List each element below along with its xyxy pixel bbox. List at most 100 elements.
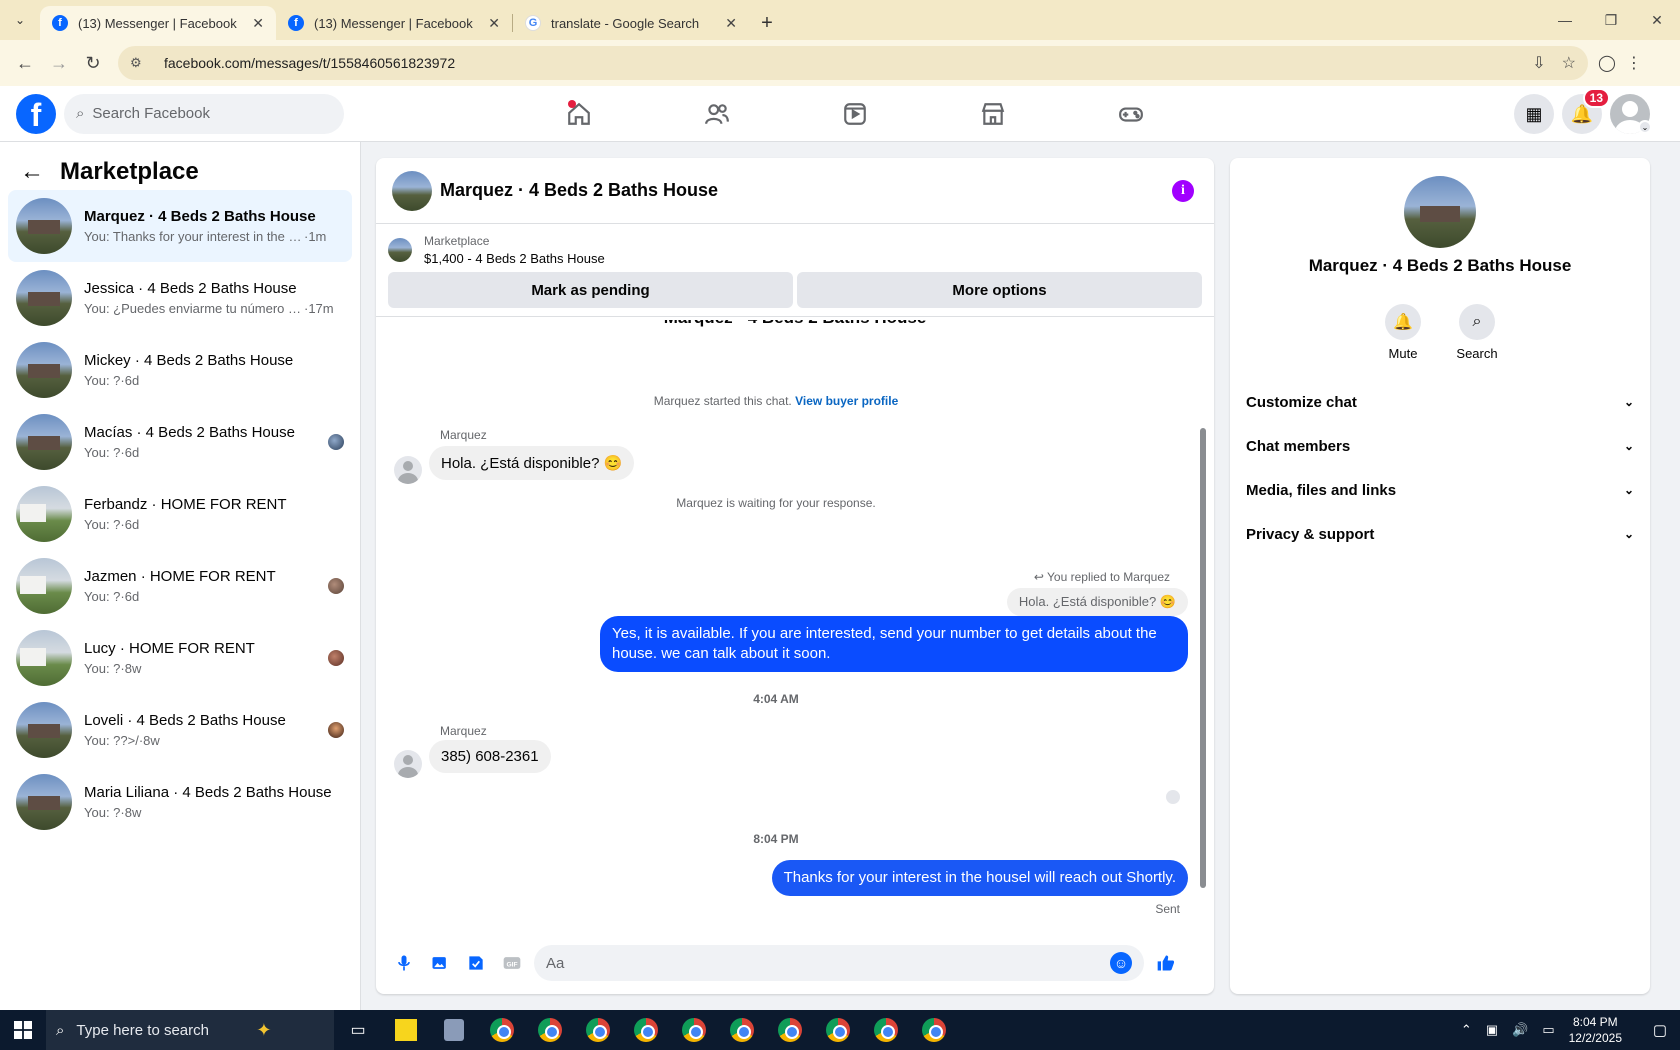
chrome-icon[interactable] [766, 1010, 814, 1050]
message-input[interactable] [546, 954, 1110, 972]
address-bar[interactable]: ⚙ facebook.com/messages/t/15584605618239… [118, 46, 1588, 80]
forward-icon[interactable]: → [42, 46, 76, 80]
conversation-item[interactable]: Marquez · 4 Beds 2 Baths House You: Than… [8, 190, 352, 262]
task-view-icon[interactable]: ▭ [334, 1010, 382, 1050]
sender-avatar[interactable] [394, 750, 422, 778]
close-window-icon[interactable]: ✕ [1634, 0, 1680, 40]
more-options-button[interactable]: More options [797, 272, 1202, 308]
taskbar-search-input[interactable] [76, 1021, 247, 1039]
close-tab-icon[interactable]: ✕ [725, 15, 737, 32]
copilot-sparkle-icon[interactable]: ✦ [256, 1020, 271, 1041]
conversation-item[interactable]: Maria Liliana · 4 Beds 2 Baths House You… [8, 766, 352, 838]
section-media-files-links[interactable]: Media, files and links ⌄ [1246, 468, 1634, 512]
conversation-item[interactable]: Lucy · HOME FOR RENT You: ? ·8w [8, 622, 352, 694]
sender-avatar[interactable] [394, 456, 422, 484]
emoji-icon[interactable]: ☺ [1110, 952, 1132, 974]
profile-icon[interactable]: ◯ [1598, 53, 1616, 73]
conversation-item[interactable]: Jessica · 4 Beds 2 Baths House You: ¿Pue… [8, 262, 352, 334]
mute-button[interactable]: 🔔 Mute [1385, 304, 1421, 361]
facebook-logo[interactable]: f [16, 93, 56, 134]
search-icon[interactable]: ⌕ [1459, 304, 1495, 340]
conversation-item[interactable]: Jazmen · HOME FOR RENT You: ? ·6d [8, 550, 352, 622]
section-chat-members[interactable]: Chat members ⌄ [1246, 424, 1634, 468]
site-settings-icon[interactable]: ⚙ [130, 55, 150, 71]
replied-quote[interactable]: Hola. ¿Está disponible? 😊 [1006, 588, 1188, 616]
message-list[interactable]: Marquez · 4 Beds 2 Baths House Marquez s… [376, 320, 1214, 932]
section-customize-chat[interactable]: Customize chat ⌄ [1246, 380, 1634, 424]
nav-marketplace[interactable] [924, 86, 1062, 142]
conversation-item[interactable]: Macías · 4 Beds 2 Baths House You: ? ·6d [8, 406, 352, 478]
gif-icon[interactable]: GIF [494, 945, 530, 981]
tab-search-chevron-icon[interactable]: ⌄ [0, 0, 40, 40]
account-chevron-icon[interactable]: ⌄ [1638, 120, 1652, 134]
windows-start-icon[interactable] [0, 1010, 46, 1050]
url-text[interactable]: facebook.com/messages/t/1558460561823972 [164, 55, 1532, 71]
bookmark-star-icon[interactable]: ☆ [1562, 53, 1576, 73]
facebook-search[interactable]: ⌕ [64, 93, 344, 134]
nav-gaming[interactable] [1062, 86, 1200, 142]
bell-icon[interactable]: 🔔 [1385, 304, 1421, 340]
microphone-icon[interactable] [386, 945, 422, 981]
info-icon[interactable]: i [1172, 180, 1194, 202]
incoming-message[interactable]: 385) 608-2361 [429, 740, 551, 773]
sidebar-title: Marketplace [60, 158, 199, 185]
chrome-icon[interactable] [478, 1010, 526, 1050]
conversation-item[interactable]: Mickey · 4 Beds 2 Baths House You: ? ·6d [8, 334, 352, 406]
chrome-icon[interactable] [526, 1010, 574, 1050]
view-buyer-profile-link[interactable]: View buyer profile [795, 394, 898, 408]
pinned-app-icon[interactable] [430, 1010, 478, 1050]
chrome-icon[interactable] [862, 1010, 910, 1050]
install-app-icon[interactable]: ⇩ [1532, 53, 1545, 73]
section-privacy-support[interactable]: Privacy & support ⌄ [1246, 512, 1634, 556]
back-arrow-icon[interactable]: ← [20, 158, 44, 186]
message-input-wrapper[interactable]: ☺ [534, 945, 1144, 981]
search-button[interactable]: ⌕ Search [1456, 304, 1498, 361]
browser-tab-2[interactable]: f (13) Messenger | Facebook ✕ [276, 6, 512, 40]
chrome-icon[interactable] [910, 1010, 958, 1050]
system-clock[interactable]: 8:04 PM 12/2/2025 [1569, 1014, 1622, 1046]
facebook-search-input[interactable] [92, 105, 313, 122]
photo-icon[interactable] [422, 945, 458, 981]
listing-price-title[interactable]: $1,400 - 4 Beds 2 Baths House [424, 251, 605, 266]
restore-icon[interactable]: ❐ [1588, 0, 1634, 40]
chrome-icon[interactable] [622, 1010, 670, 1050]
close-tab-icon[interactable]: ✕ [488, 15, 500, 32]
chat-title[interactable]: Marquez · 4 Beds 2 Baths House [440, 180, 718, 201]
taskbar-search[interactable]: ⌕ ✦ [46, 1010, 334, 1050]
chrome-icon[interactable] [814, 1010, 862, 1050]
scrollbar-thumb[interactable] [1200, 428, 1206, 888]
kebab-menu-icon[interactable]: ⋮ [1626, 53, 1642, 73]
listing-thumbnail[interactable] [388, 238, 412, 262]
chevron-up-icon[interactable]: ⌃ [1461, 1022, 1472, 1038]
listing-avatar[interactable] [1404, 176, 1476, 248]
battery-icon[interactable]: ▭ [1542, 1022, 1554, 1038]
menu-grid-icon[interactable]: ▦ [1514, 94, 1554, 134]
outgoing-message[interactable]: Thanks for your interest in the housel w… [771, 860, 1188, 896]
network-icon[interactable]: ▣ [1486, 1022, 1498, 1038]
minimize-icon[interactable]: — [1542, 0, 1588, 40]
nav-video[interactable] [786, 86, 924, 142]
outgoing-message[interactable]: Yes, it is available. If you are interes… [600, 616, 1188, 672]
conversation-item[interactable]: Loveli · 4 Beds 2 Baths House You: ??>/·… [8, 694, 352, 766]
chrome-icon[interactable] [574, 1010, 622, 1050]
chrome-icon[interactable] [718, 1010, 766, 1050]
conversation-item[interactable]: Ferbandz · HOME FOR RENT You: ? ·6d [8, 478, 352, 550]
sticky-notes-icon[interactable] [382, 1010, 430, 1050]
chat-avatar[interactable] [392, 170, 432, 211]
sticker-icon[interactable] [458, 945, 494, 981]
nav-friends[interactable] [648, 86, 786, 142]
notifications-bell-icon[interactable]: 🔔 13 [1562, 88, 1610, 134]
back-icon[interactable]: ← [8, 46, 42, 80]
thumbs-up-icon[interactable] [1148, 945, 1184, 981]
incoming-message[interactable]: Hola. ¿Está disponible? 😊 [429, 446, 635, 480]
browser-tab-1[interactable]: f (13) Messenger | Facebook ✕ [40, 6, 276, 40]
close-tab-icon[interactable]: ✕ [252, 15, 264, 32]
volume-icon[interactable]: 🔊 [1512, 1022, 1528, 1038]
browser-tab-3[interactable]: G translate - Google Search ✕ [513, 6, 749, 40]
nav-home[interactable] [510, 86, 648, 142]
notification-center-icon[interactable]: ▢ [1640, 1010, 1680, 1050]
new-tab-button[interactable]: + [749, 6, 785, 40]
chrome-icon[interactable] [670, 1010, 718, 1050]
mark-as-pending-button[interactable]: Mark as pending [388, 272, 793, 308]
reload-icon[interactable]: ↻ [76, 46, 110, 80]
